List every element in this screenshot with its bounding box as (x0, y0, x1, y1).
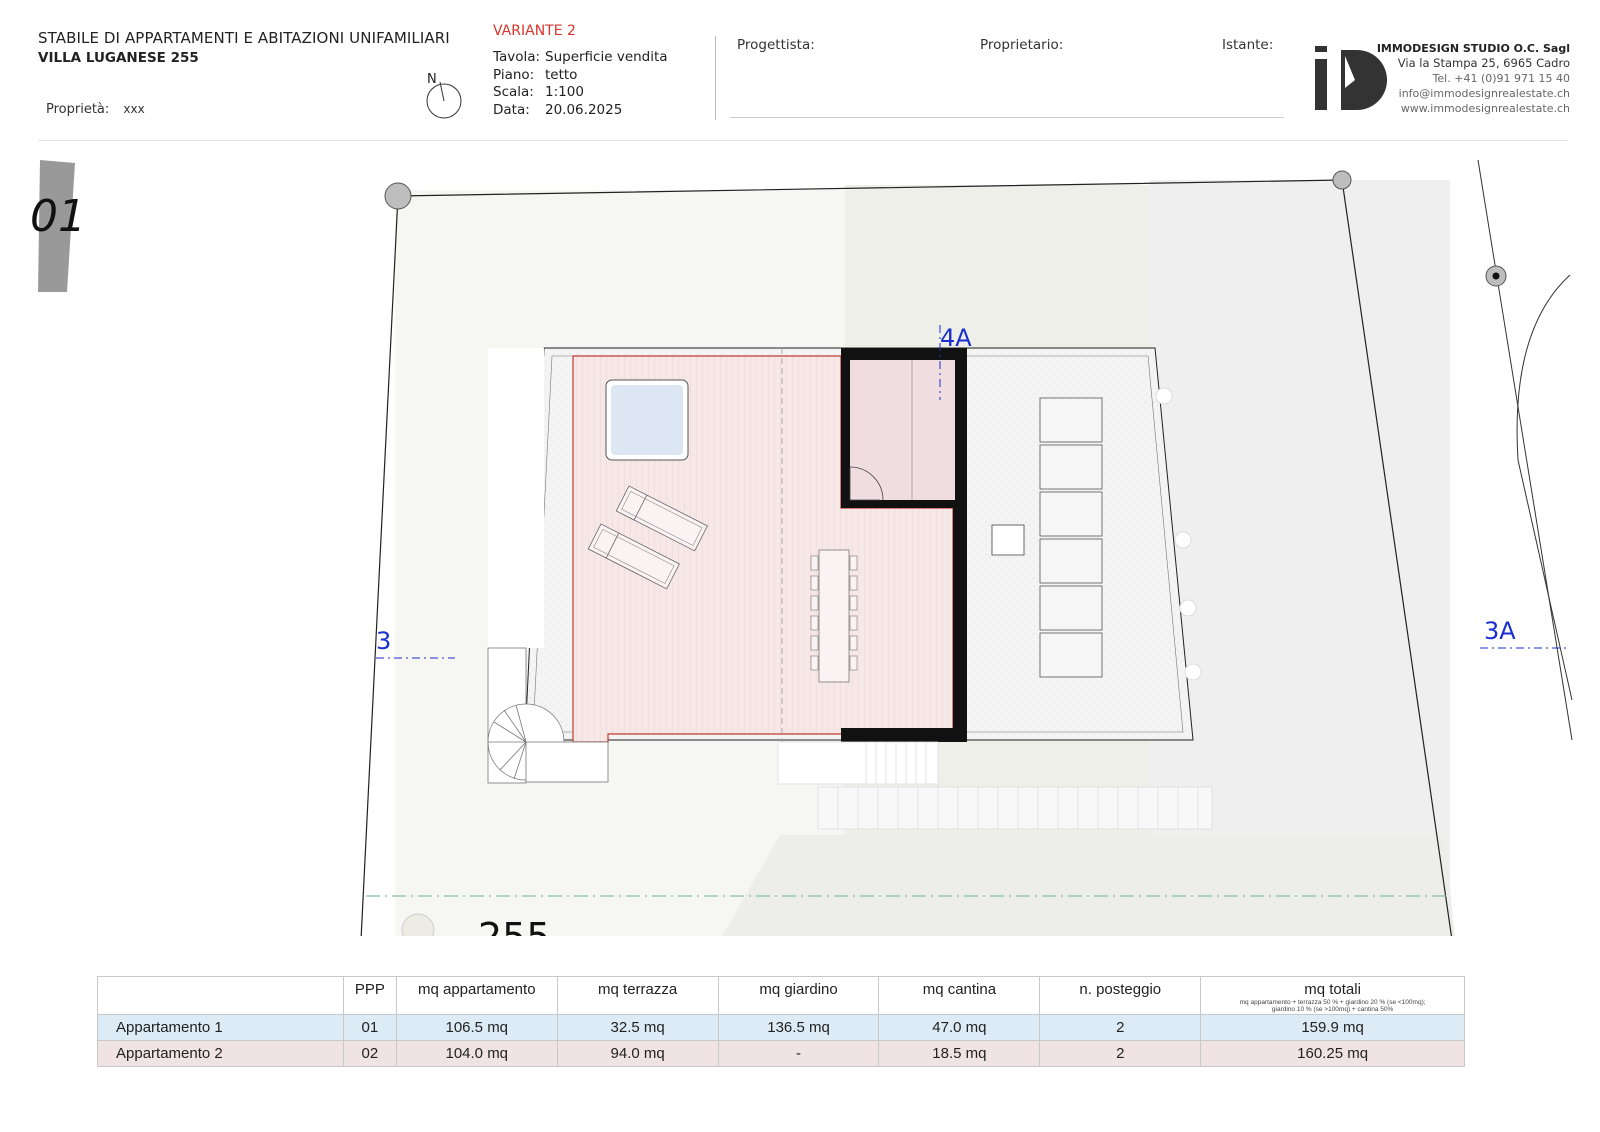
header-blank (97, 976, 344, 1015)
info-row-tavola: Tavola: Superficie vendita (493, 49, 668, 65)
section-marker-4a: 4A (940, 324, 972, 352)
project-subtitle: VILLA LUGANESE 255 (38, 50, 199, 66)
company-name: IMMODESIGN STUDIO O.C. Sagl (1376, 42, 1570, 55)
section-marker-3: 3 (376, 627, 391, 655)
info-row-piano: Piano: tetto (493, 66, 578, 83)
north-label: N (427, 72, 437, 87)
north-arrow-icon: N (425, 70, 465, 120)
skylight (991, 524, 1025, 556)
table-row: Appartamento 2 02 104.0 mq 94.0 mq - 18.… (97, 1040, 1465, 1067)
info-row-scala: Scala: 1:100 (493, 84, 584, 100)
company-email: info@immodesignrealestate.ch (1398, 87, 1570, 100)
parcel-number-bottom: 255 (478, 915, 551, 938)
dining-table (810, 549, 858, 683)
section-marker-3a: 3A (1484, 617, 1516, 645)
sheet-info: Tavola: Superficie vendita Piano: tetto Sc… (493, 49, 668, 119)
table-header-row: PPP mq appartamento mq terrazza mq giard… (97, 976, 1465, 1015)
header-mq-appartamento: mq appartamento (395, 976, 558, 1015)
lawn-front (722, 835, 1455, 936)
company-address: Via la Stampa 25, 6965 Cadro (1397, 56, 1570, 70)
header-divider (715, 36, 716, 120)
boundary-marker-icon (384, 182, 412, 210)
applicant-label: Istante: (1222, 37, 1274, 53)
parapet-wall (953, 508, 967, 742)
company-block: IMMODESIGN STUDIO O.C. Sagl Via la Stamp… (1377, 41, 1570, 116)
roof-floor-plan: 01 255 4A 3 3A (30, 159, 1573, 938)
header-n-posteggio: n. posteggio (1039, 976, 1202, 1015)
company-web: www.immodesignrealestate.ch (1400, 102, 1570, 115)
header-mq-giardino: mq giardino (717, 976, 880, 1015)
designer-label: Progettista: (737, 37, 815, 53)
property-label: Proprietà: (46, 102, 110, 117)
info-row-data: Data: 20.06.2025 (493, 101, 623, 118)
area-summary-table: PPP mq appartamento mq terrazza mq giard… (97, 976, 1465, 1067)
header-rule (38, 140, 1568, 141)
project-title: STABILE DI APPARTAMENTI E ABITAZIONI UNI… (38, 29, 450, 47)
table-row: Appartamento 1 01 106.5 mq 32.5 mq 136.5… (97, 1014, 1465, 1041)
boundary-marker-icon (1332, 170, 1352, 190)
header-mq-totali: mq totali mq appartamento + terrazza 50 … (1200, 976, 1465, 1015)
signature-line (730, 117, 1284, 118)
header-ppp: PPP (342, 976, 397, 1015)
header-mq-cantina: mq cantina (878, 976, 1041, 1015)
owner-label: Proprietario: (980, 37, 1064, 53)
company-phone: Tel. +41 (0)91 971 15 40 (1432, 72, 1570, 85)
parcel-number-left: 01 (30, 191, 86, 242)
property-value: xxx (123, 102, 145, 116)
header-mq-terrazza: mq terrazza (556, 976, 719, 1015)
property-field: Proprietà: xxx (46, 102, 145, 117)
total-formula-note: mq appartamento + terrazza 50 % + giardi… (1239, 999, 1426, 1013)
variant-label: VARIANTE 2 (493, 23, 576, 39)
